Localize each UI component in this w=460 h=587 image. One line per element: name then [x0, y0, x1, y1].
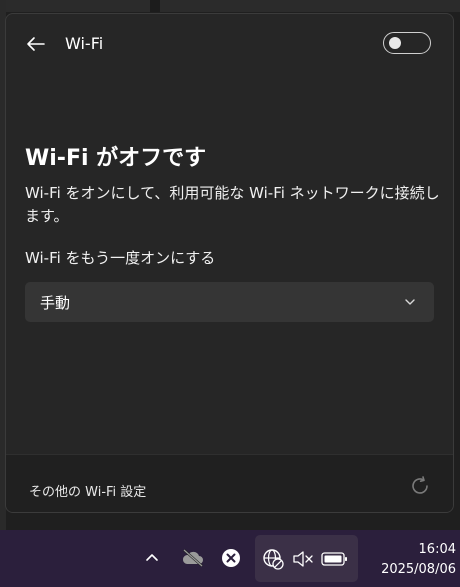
flyout-footer: その他の Wi-Fi 設定	[6, 454, 453, 512]
refresh-icon[interactable]	[409, 475, 431, 497]
wifi-flyout-panel: Wi-Fi Wi-Fi がオフです Wi-Fi をオンにして、利用可能な Wi-…	[5, 13, 454, 513]
cloud-off-icon[interactable]	[181, 548, 205, 568]
taskbar-clock[interactable]: 16:04 2025/08/06	[360, 540, 456, 580]
wifi-off-heading: Wi-Fi がオフです	[25, 146, 207, 171]
background-window-strip	[0, 0, 150, 12]
turn-on-again-label: Wi-Fi をもう一度オンにする	[25, 249, 216, 267]
wifi-off-description: Wi-Fi をオンにして、利用可能な Wi-Fi ネットワークに接続します。	[25, 184, 440, 225]
dropdown-selected-value: 手動	[40, 294, 71, 312]
taskbar: 16:04 2025/08/06	[0, 530, 460, 587]
background-window-strip	[160, 0, 460, 12]
clock-time: 16:04	[418, 542, 456, 557]
more-wifi-settings-link[interactable]: その他の Wi-Fi 設定	[29, 481, 146, 500]
back-button[interactable]	[22, 32, 50, 56]
network-volume-battery-group[interactable]	[255, 535, 358, 582]
wifi-toggle[interactable]	[383, 32, 431, 54]
battery-icon	[321, 552, 347, 566]
clock-date: 2025/08/06	[381, 562, 456, 577]
flyout-header: Wi-Fi	[6, 14, 453, 74]
header-title: Wi-Fi	[65, 34, 104, 53]
back-arrow-icon	[27, 37, 45, 51]
chevron-up-icon[interactable]	[144, 550, 160, 566]
desktop-background	[0, 0, 460, 12]
turn-on-again-dropdown[interactable]: 手動	[25, 282, 434, 322]
toggle-knob	[389, 37, 401, 49]
speaker-muted-icon	[293, 551, 313, 567]
chevron-down-icon	[405, 299, 415, 305]
globe-no-internet-icon	[263, 549, 284, 570]
error-x-icon[interactable]	[221, 548, 241, 568]
